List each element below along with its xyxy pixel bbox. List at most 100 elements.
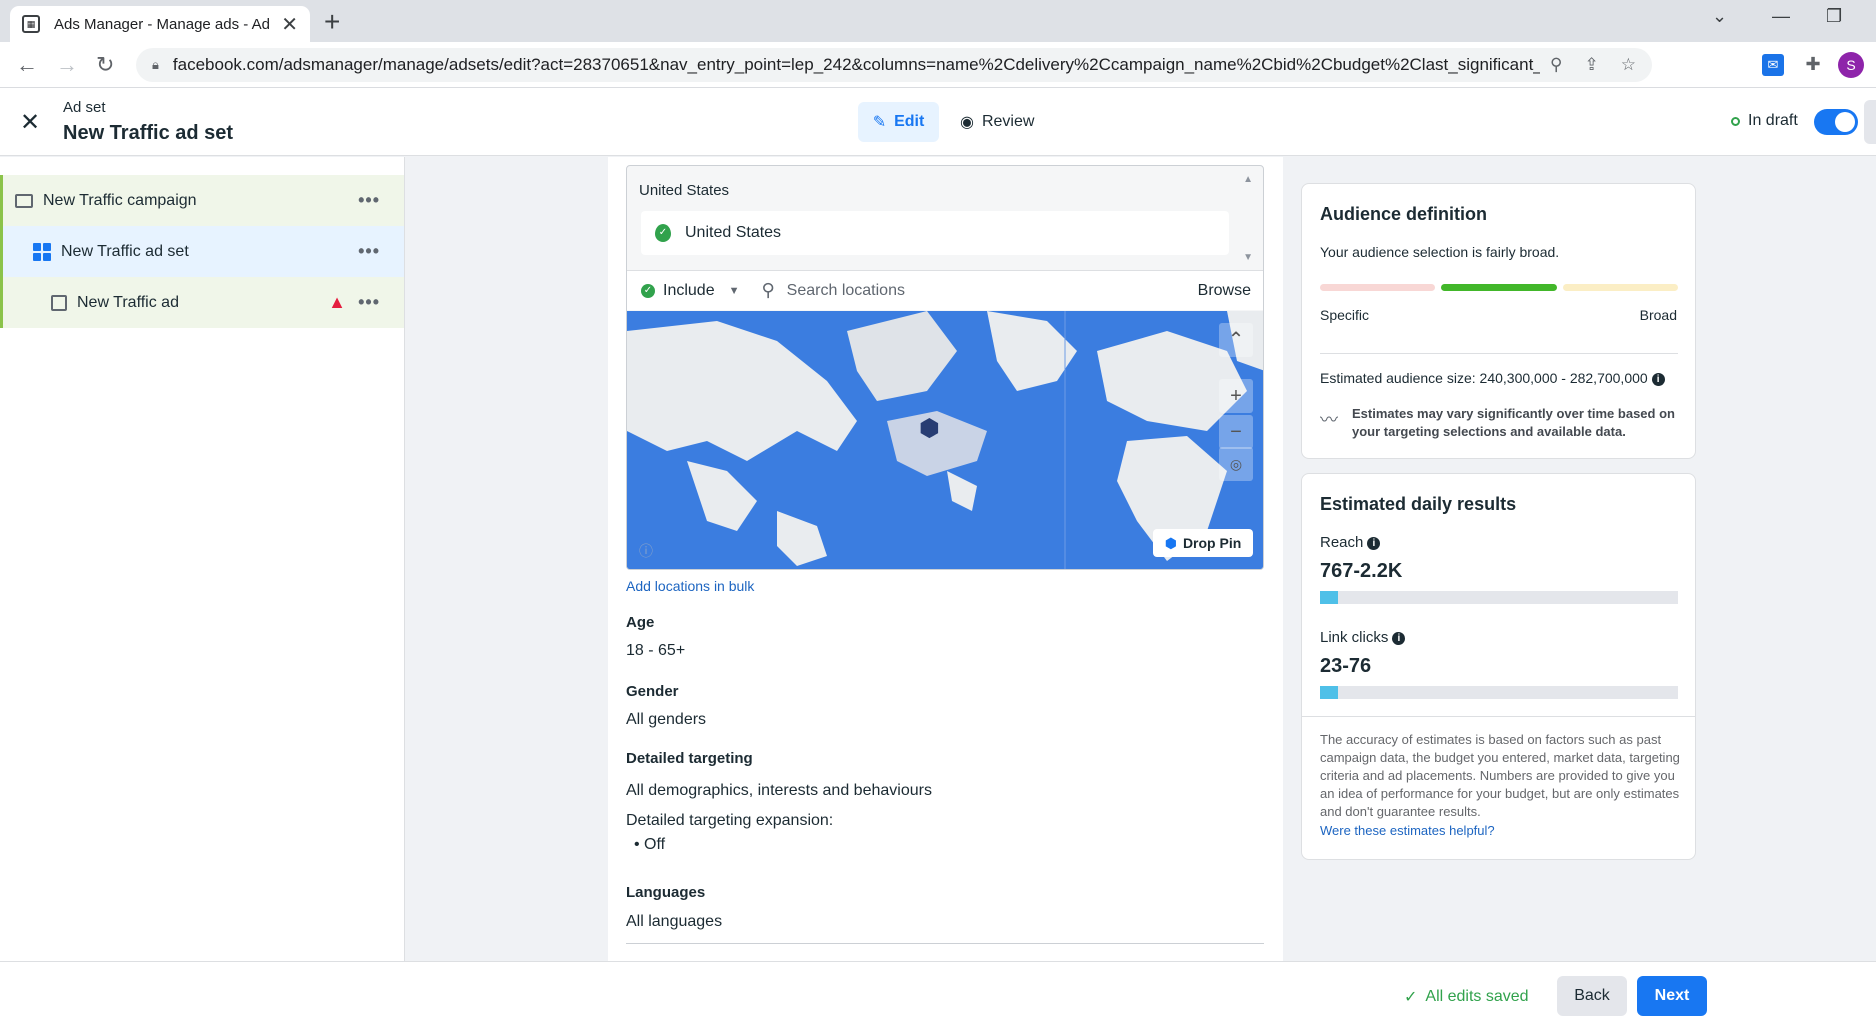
age-value: 18 - 65+ <box>626 642 686 659</box>
review-label: Review <box>981 113 1035 130</box>
edit-button[interactable]: ✎ Edit <box>858 102 939 142</box>
zoom-icon[interactable]: ⚲ <box>1550 55 1562 75</box>
expansion-value-text: Off <box>644 836 666 853</box>
audience-divider <box>1320 353 1678 354</box>
include-label: Include <box>663 281 715 299</box>
minimize-icon[interactable]: — <box>1772 6 1790 27</box>
section-divider <box>626 943 1264 944</box>
scroll-up-icon[interactable]: ▲ <box>1243 174 1253 185</box>
save-status: ✓ All edits saved <box>1404 987 1529 1007</box>
age-label: Age <box>626 614 655 631</box>
specific-label: Specific <box>1320 307 1370 323</box>
map-marker-icon[interactable]: ⬢ <box>919 414 940 443</box>
zoom-in-icon[interactable]: + <box>1219 379 1253 413</box>
next-button[interactable]: Next <box>1637 976 1707 1016</box>
info-icon[interactable]: i <box>1367 536 1381 550</box>
selected-location-chip[interactable]: ✓ United States <box>641 211 1229 255</box>
back-arrow-icon[interactable]: ← <box>16 52 38 78</box>
forward-arrow-icon[interactable]: → <box>56 52 78 78</box>
targeting-panel: United States ▲ ✓ United States ▼ ✓ Incl… <box>608 157 1283 961</box>
audience-size-text: Estimated audience size: 240,300,000 - 2… <box>1320 370 1648 386</box>
gender-value: All genders <box>626 711 707 728</box>
tab-title: Ads Manager - Manage ads - Ad <box>54 15 270 33</box>
more-options-icon[interactable]: ••• <box>358 241 380 262</box>
browse-button[interactable]: Browse <box>1198 282 1251 300</box>
tab-search-icon[interactable]: ⌄ <box>1712 6 1727 27</box>
results-divider <box>1302 716 1695 717</box>
header-edge <box>1864 100 1876 144</box>
new-tab-icon[interactable]: + <box>324 6 340 38</box>
search-icon: ⚲ <box>761 280 775 300</box>
info-icon[interactable]: i <box>1392 631 1406 645</box>
save-status-label: All edits saved <box>1425 988 1529 1005</box>
location-map[interactable]: ⬢ ⌃ + − ◎ ⓘ ⬢ Drop Pin <box>627 311 1263 569</box>
ads-manager-favicon-icon: ▦ <box>22 15 40 33</box>
more-options-icon[interactable]: ••• <box>358 190 380 211</box>
lock-icon: 🔒︎ <box>152 57 159 72</box>
audience-definition-card: Audience definition Your audience select… <box>1301 183 1696 459</box>
browser-toolbar: ← → ↻ 🔒︎ facebook.com/adsmanager/manage/… <box>0 42 1876 88</box>
meter-middle-segment <box>1441 284 1557 291</box>
link-clicks-value: 23-76 <box>1320 655 1372 677</box>
adset-grid-icon <box>33 242 51 261</box>
eye-icon: ◉ <box>960 114 974 131</box>
info-icon[interactable]: i <box>1651 372 1665 386</box>
profile-avatar[interactable]: S <box>1838 52 1864 78</box>
draft-toggle[interactable] <box>1814 109 1858 135</box>
sidebar-item-campaign[interactable]: New Traffic campaign ••• <box>0 175 404 226</box>
pin-icon: ⬢ <box>1164 534 1177 551</box>
location-search-input[interactable]: Search locations <box>787 282 1198 300</box>
sidebar-item-ad[interactable]: New Traffic ad ▲ ••• <box>0 277 404 328</box>
extensions-puzzle-icon[interactable]: ✚ <box>1802 54 1824 76</box>
zoom-out-icon[interactable]: − <box>1219 415 1253 449</box>
include-check-icon: ✓ <box>641 283 655 298</box>
targeting-expansion-value: • Off <box>634 836 666 853</box>
folder-icon <box>15 193 33 208</box>
close-tab-icon[interactable]: ✕ <box>281 12 298 37</box>
campaign-name: New Traffic campaign <box>43 191 197 209</box>
close-editor-icon[interactable]: ✕ <box>20 108 40 137</box>
detailed-targeting-label: Detailed targeting <box>626 750 753 767</box>
ad-name: New Traffic ad <box>77 293 179 311</box>
estimates-disclaimer: The accuracy of estimates is based on fa… <box>1320 732 1680 819</box>
bookmark-star-icon[interactable]: ☆ <box>1621 55 1636 75</box>
estimates-helpful-link[interactable]: Were these estimates helpful? <box>1320 823 1495 838</box>
scroll-down-icon[interactable]: ▼ <box>1243 252 1253 263</box>
map-info-icon[interactable]: ⓘ <box>639 541 653 561</box>
review-button[interactable]: ◉ Review <box>960 102 1034 142</box>
selected-location: United States <box>685 224 782 241</box>
audience-breadth-meter <box>1320 284 1678 291</box>
locate-icon[interactable]: ◎ <box>1219 447 1253 481</box>
back-button[interactable]: Back <box>1557 976 1627 1016</box>
address-bar[interactable]: 🔒︎ facebook.com/adsmanager/manage/adsets… <box>136 48 1652 82</box>
location-selector: United States ▲ ✓ United States ▼ ✓ Incl… <box>626 165 1264 570</box>
location-pin-icon: ✓ <box>655 224 671 242</box>
drop-pin-label: Drop Pin <box>1182 535 1242 551</box>
url-text: facebook.com/adsmanager/manage/adsets/ed… <box>172 55 1541 74</box>
audience-size: Estimated audience size: 240,300,000 - 2… <box>1320 370 1665 386</box>
link-clicks-label: Link clicks i <box>1320 629 1406 646</box>
checkmark-icon: ✓ <box>1404 989 1418 1006</box>
share-icon[interactable]: ⇪ <box>1585 55 1599 75</box>
extension-icon[interactable]: ✉ <box>1762 54 1784 76</box>
trend-icon: 〰 <box>1320 410 1338 430</box>
reach-label-text: Reach <box>1320 534 1364 551</box>
map-collapse-icon[interactable]: ⌃ <box>1219 323 1253 357</box>
audience-definition-title: Audience definition <box>1320 204 1488 224</box>
restore-icon[interactable]: ❐ <box>1826 6 1842 27</box>
page-title: New Traffic ad set <box>63 122 234 144</box>
browser-tab[interactable]: ▦ Ads Manager - Manage ads - Ad ✕ <box>10 6 310 42</box>
more-options-icon[interactable]: ••• <box>358 292 380 313</box>
add-locations-bulk-link[interactable]: Add locations in bulk <box>626 578 754 594</box>
estimated-daily-results-card: Estimated daily results Reach i 767-2.2K … <box>1301 473 1696 860</box>
sidebar-item-adset[interactable]: New Traffic ad set ••• <box>0 226 404 277</box>
reload-icon[interactable]: ↻ <box>96 52 114 78</box>
warning-icon[interactable]: ▲ <box>328 292 346 313</box>
reach-bar <box>1320 591 1678 604</box>
caret-down-icon: ▼ <box>728 284 740 297</box>
editor-footer: ✓ All edits saved Back Next <box>0 961 1876 1027</box>
header-subtitle: Ad set <box>63 99 106 116</box>
broad-label: Broad <box>1639 307 1677 323</box>
drop-pin-button[interactable]: ⬢ Drop Pin <box>1153 529 1253 557</box>
include-dropdown[interactable]: ✓ Include ▼ <box>641 282 739 300</box>
